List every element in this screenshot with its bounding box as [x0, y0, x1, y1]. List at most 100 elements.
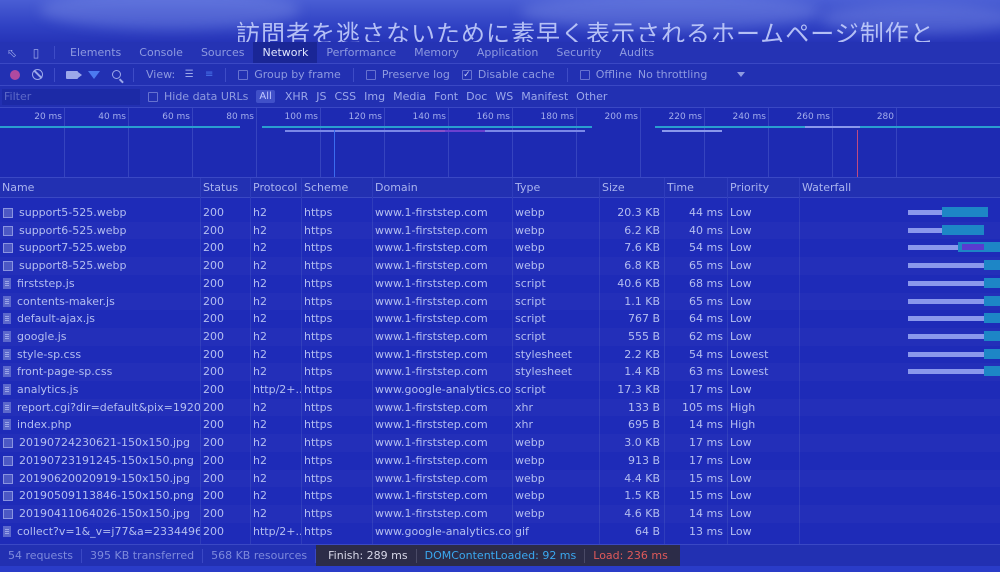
timeline-tick-label: 140 ms — [412, 112, 447, 122]
timeline-overview[interactable]: 20 ms 40 ms 60 ms 80 ms 100 ms 120 ms 140 ms 16… — [0, 108, 1000, 178]
search-button[interactable] — [105, 66, 127, 84]
column-header-waterfall[interactable]: Waterfall — [799, 178, 1000, 198]
filter-type-manifest[interactable]: Manifest — [521, 90, 568, 103]
table-row[interactable]: front-page-sp.css 200 h2 https www.1-firstst… — [0, 363, 1000, 381]
table-row[interactable]: style-sp.css 200 h2 https www.1-firststep.co… — [0, 346, 1000, 364]
offline-checkbox[interactable]: Offline — [579, 68, 632, 81]
column-header-type[interactable]: Type — [512, 178, 599, 198]
filter-type-all[interactable]: All — [256, 90, 275, 103]
filter-input[interactable] — [2, 88, 140, 105]
record-button[interactable] — [4, 66, 26, 84]
request-time-cell: 14 ms — [689, 418, 723, 432]
table-row[interactable]: contents-maker.js 200 h2 https www.1-firstst… — [0, 293, 1000, 311]
table-row[interactable]: collect?v=1&_v=j77&a=233449616&t...200 ht… — [0, 523, 1000, 541]
filter-type-other[interactable]: Other — [576, 90, 607, 103]
column-header-name[interactable]: Name — [0, 178, 200, 198]
table-row[interactable]: 20190724230621-150x150.jpg 200 h2 https www.… — [0, 434, 1000, 452]
table-row[interactable]: firststep.js 200 h2 https www.1-firststep.co… — [0, 275, 1000, 293]
hide-data-urls-checkbox[interactable]: Hide data URLs — [148, 90, 248, 103]
table-row[interactable]: 20190723191245-150x150.png 200 h2 https www.… — [0, 452, 1000, 470]
request-time-cell: 17 ms — [689, 453, 723, 467]
finish-time: Finish: 289 ms — [320, 548, 417, 563]
tab-console[interactable]: Console — [130, 42, 192, 63]
request-priority-cell: Low — [730, 436, 752, 450]
document-file-icon — [3, 348, 11, 360]
page-banner: 訪問者を逃さないために素早く表示されるホームページ制作と — [0, 0, 1000, 42]
table-row[interactable]: 20190509113846-150x150.png 200 h2 https www.… — [0, 487, 1000, 505]
request-scheme-cell: https — [304, 471, 333, 485]
table-row[interactable]: analytics.js 200 http/2+... https www.google… — [0, 381, 1000, 399]
chevron-down-icon[interactable] — [737, 72, 746, 77]
column-header-status[interactable]: Status — [200, 178, 250, 198]
request-size-cell: 1.4 KB — [624, 365, 660, 379]
request-domain-cell: www.1-firststep.com — [375, 453, 488, 467]
request-time-cell: 17 ms — [689, 383, 723, 396]
request-name: firststep.js — [17, 276, 75, 290]
document-file-icon — [3, 525, 11, 537]
column-header-priority[interactable]: Priority — [727, 178, 799, 198]
group-by-frame-checkbox[interactable]: Group by frame — [238, 68, 341, 81]
request-time-cell: 44 ms — [689, 206, 723, 219]
table-row[interactable]: support8-525.webp 200 h2 https www.1-firstst… — [0, 257, 1000, 275]
table-row[interactable]: 20190411064026-150x150.jpg 200 h2 https www.… — [0, 505, 1000, 523]
document-file-icon — [3, 295, 11, 307]
table-row[interactable]: default-ajax.js 200 h2 https www.1-firststep… — [0, 310, 1000, 328]
request-protocol-cell: h2 — [253, 347, 267, 361]
show-overview-icon[interactable]: ≡ — [199, 69, 219, 80]
capture-screenshots-button[interactable] — [61, 66, 83, 84]
throttling-select[interactable]: No throttling — [638, 68, 707, 81]
waterfall-download-bar — [984, 366, 1000, 377]
filter-type-img[interactable]: Img — [364, 90, 385, 103]
tab-performance[interactable]: Performance — [317, 42, 405, 63]
request-name: google.js — [17, 329, 67, 343]
filter-type-js[interactable]: JS — [316, 90, 326, 103]
column-header-scheme[interactable]: Scheme — [301, 178, 372, 198]
request-type-cell: webp — [515, 223, 545, 237]
filter-type-font[interactable]: Font — [434, 90, 458, 103]
device-toolbar-icon[interactable]: ▯ — [24, 42, 48, 63]
table-row[interactable]: 20190620020919-150x150.jpg 200 h2 https www.… — [0, 470, 1000, 488]
request-name-cell: 20190724230621-150x150.jpg — [0, 434, 200, 452]
preserve-log-checkbox[interactable]: Preserve log — [365, 68, 450, 81]
request-time-cell: 13 ms — [689, 524, 723, 538]
tab-elements[interactable]: Elements — [61, 42, 130, 63]
request-priority-cell: Low — [730, 259, 752, 273]
clear-button[interactable] — [26, 66, 48, 84]
request-name: 20190620020919-150x150.jpg — [19, 471, 190, 485]
tab-memory[interactable]: Memory — [405, 42, 468, 63]
table-row[interactable]: index.php 200 h2 https www.1-firststep.com xh… — [0, 416, 1000, 434]
table-row[interactable]: support5-525.webp 200 h2 https www.1-firstst… — [0, 204, 1000, 222]
inspect-element-icon[interactable]: ⬁ — [0, 42, 24, 63]
filter-type-ws[interactable]: WS — [495, 90, 513, 103]
table-row[interactable]: support7-525.webp 200 h2 https www.1-firstst… — [0, 239, 1000, 257]
filter-type-css[interactable]: CSS — [335, 90, 357, 103]
disable-cache-checkbox[interactable]: ✓ Disable cache — [461, 68, 555, 81]
table-row[interactable]: support6-525.webp 200 h2 https www.1-firstst… — [0, 222, 1000, 240]
filter-toggle-button[interactable] — [83, 66, 105, 84]
filter-type-media[interactable]: Media — [393, 90, 426, 103]
column-header-protocol[interactable]: Protocol — [250, 178, 301, 198]
filter-type-doc[interactable]: Doc — [466, 90, 487, 103]
table-row[interactable]: report.cgi?dir=default&pix=1920x108...20… — [0, 399, 1000, 417]
request-domain-cell: www.1-firststep.com — [375, 400, 488, 414]
request-protocol-cell: http/2+... — [253, 524, 301, 538]
status-bar: 54 requests 395 KB transferred 568 KB re… — [0, 544, 1000, 567]
tab-sources[interactable]: Sources — [192, 42, 254, 63]
page-bottom-strip — [0, 566, 1000, 572]
request-time-cell: 15 ms — [689, 471, 723, 485]
large-rows-icon[interactable]: ☰ — [179, 69, 199, 80]
request-protocol-cell: h2 — [253, 436, 267, 450]
tab-audits[interactable]: Audits — [611, 42, 664, 63]
tab-network[interactable]: Network — [253, 42, 318, 63]
column-header-size[interactable]: Size — [599, 178, 664, 198]
waterfall-download-bar — [984, 295, 1000, 306]
tab-security[interactable]: Security — [547, 42, 610, 63]
column-header-domain[interactable]: Domain — [372, 178, 512, 198]
request-name-cell: 20190411064026-150x150.jpg — [0, 505, 200, 523]
request-scheme-cell: https — [304, 259, 333, 273]
table-row[interactable]: google.js 200 h2 https www.1-firststep.com sc… — [0, 328, 1000, 346]
column-header-time[interactable]: Time — [664, 178, 727, 198]
resources-size: 568 KB resources — [203, 548, 317, 563]
filter-type-xhr[interactable]: XHR — [285, 90, 308, 103]
tab-application[interactable]: Application — [468, 42, 547, 63]
